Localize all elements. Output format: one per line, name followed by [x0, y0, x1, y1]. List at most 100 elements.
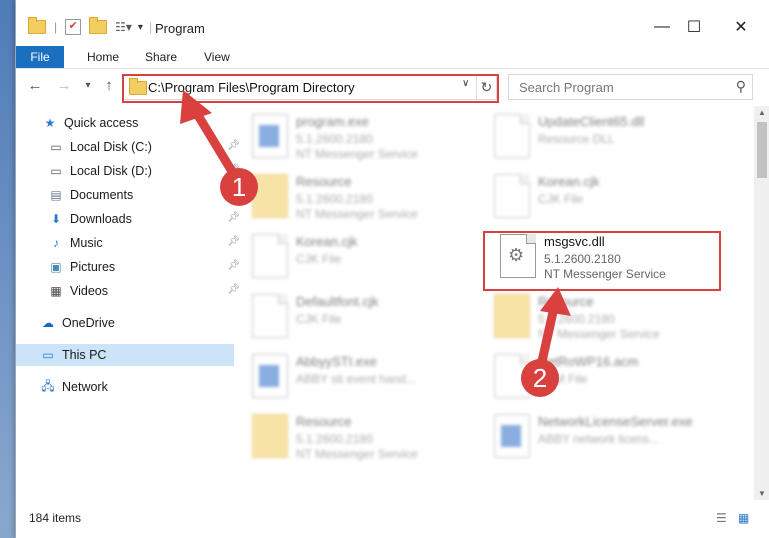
- file-name: Resource: [296, 174, 352, 189]
- file-version: 5.1.2600.2180: [296, 192, 373, 206]
- file-item[interactable]: Resource 5.1.2600.2180 NT Messenger Serv…: [486, 288, 726, 346]
- sidebar-item-label: This PC: [62, 348, 107, 362]
- file-item[interactable]: NetworkLicenseServer.exe ABBY network li…: [486, 408, 726, 466]
- file-item[interactable]: UpdateClient65.dll Resource DLL: [486, 108, 726, 166]
- file-item[interactable]: Defaultfont.cjk CJK File: [244, 288, 484, 346]
- sidebar-item-label: Videos: [70, 284, 108, 298]
- network-icon: 🖧︎: [41, 378, 55, 393]
- dll-file-icon: [494, 114, 530, 158]
- search-icon[interactable]: ⚲: [736, 78, 746, 95]
- file-type: CJK File: [296, 252, 342, 266]
- exe-file-icon: [252, 354, 288, 398]
- search-placeholder: Search Program: [519, 80, 614, 95]
- customize-toolbar-icon[interactable]: ▾: [138, 22, 143, 33]
- separator: |: [148, 20, 153, 34]
- file-description: ABBY network licens...: [538, 432, 660, 446]
- file-list: program.exe 5.1.2600.2180 NT Messenger S…: [224, 106, 754, 500]
- item-count: 184 items: [29, 511, 82, 525]
- large-icons-view-icon[interactable]: ▦: [738, 511, 749, 525]
- computer-icon: ▭: [42, 348, 54, 362]
- music-icon: ♪: [53, 236, 59, 250]
- cjk-file-icon: [494, 174, 530, 218]
- msgsvc-highlight: [483, 231, 721, 291]
- search-box[interactable]: Search Program ⚲: [508, 74, 753, 100]
- tab-view[interactable]: View: [204, 46, 230, 68]
- sidebar-item-local-disk-c[interactable]: ▭ Local Disk (C:) 📌︎: [16, 136, 242, 158]
- file-item[interactable]: Korean.cjk CJK File: [486, 168, 726, 226]
- cjk-file-icon: [252, 234, 288, 278]
- file-type: CJK File: [538, 192, 584, 206]
- sidebar-item-downloads[interactable]: ⬇ Downloads 📌︎: [16, 208, 242, 230]
- up-arrow-icon[interactable]: ↑: [100, 77, 118, 95]
- minimize-button[interactable]: —: [647, 14, 677, 40]
- window-title: Program: [155, 21, 205, 36]
- sidebar-item-label: Local Disk (C:): [70, 140, 152, 154]
- recent-locations-icon[interactable]: ▾: [79, 77, 97, 95]
- forward-arrow-icon[interactable]: →: [55, 77, 73, 95]
- pictures-icon: ▣: [50, 260, 62, 274]
- address-bar-highlight: [122, 74, 499, 103]
- file-item[interactable]: program.exe 5.1.2600.2180 NT Messenger S…: [244, 108, 484, 166]
- back-arrow-icon[interactable]: ←: [26, 77, 44, 95]
- tab-share[interactable]: Share: [145, 46, 177, 68]
- separator: |: [54, 20, 58, 34]
- sidebar-item-pictures[interactable]: ▣ Pictures 📌︎: [16, 256, 242, 278]
- vertical-scrollbar[interactable]: ▲ ▼: [754, 106, 769, 500]
- file-name: Korean.cjk: [538, 174, 600, 189]
- file-item[interactable]: Korean.cjk CJK File: [244, 228, 484, 286]
- scroll-up-icon[interactable]: ▲: [758, 108, 766, 117]
- resource-folder-icon: [252, 414, 288, 458]
- file-type: CJK File: [296, 312, 342, 326]
- tab-file[interactable]: File: [16, 46, 64, 68]
- file-name: program.exe: [296, 114, 369, 129]
- file-version: 5.1.2600.2180: [538, 312, 615, 326]
- resource-folder-icon: [252, 174, 288, 218]
- sidebar-item-music[interactable]: ♪ Music 📌︎: [16, 232, 242, 254]
- sidebar-item-documents[interactable]: ▤ Documents 📌︎: [16, 184, 242, 206]
- file-type: Resource DLL: [538, 132, 615, 146]
- new-folder-icon[interactable]: [89, 17, 108, 34]
- step-badge-2: 2: [521, 359, 559, 397]
- exe-file-icon: [494, 414, 530, 458]
- view-options-icon[interactable]: ☷▾: [115, 20, 132, 34]
- folder-icon: [28, 17, 46, 34]
- sidebar-item-label: OneDrive: [62, 316, 115, 330]
- file-name: NetworkLicenseServer.exe: [538, 414, 693, 429]
- file-description: NT Messenger Service: [296, 207, 418, 221]
- scroll-down-icon[interactable]: ▼: [758, 489, 766, 498]
- sidebar-item-videos[interactable]: ▦ Videos 📌︎: [16, 280, 242, 302]
- sidebar-item-onedrive[interactable]: ☁ OneDrive: [16, 312, 234, 334]
- file-name: Defaultfont.cjk: [296, 294, 379, 309]
- ribbon-tabs: File Home Share View: [16, 46, 769, 69]
- videos-icon: ▦: [50, 284, 62, 298]
- file-item[interactable]: Resource 5.1.2600.2180 NT Messenger Serv…: [244, 168, 484, 226]
- star-icon: ★: [44, 116, 56, 130]
- scrollbar-thumb[interactable]: [757, 122, 767, 178]
- status-bar: 184 items ☰ ▦: [16, 505, 769, 529]
- sidebar-item-label: Pictures: [70, 260, 116, 274]
- file-item[interactable]: AbbyySTI.exe ABBY sti event hand...: [244, 348, 484, 406]
- sidebar-item-label: Local Disk (D:): [70, 164, 152, 178]
- close-button[interactable]: ✕: [726, 14, 756, 40]
- file-version: 5.1.2600.2180: [296, 432, 373, 446]
- quick-access-toolbar: | ✔ ☷▾ ▾ |: [28, 17, 153, 36]
- sidebar-item-quick-access[interactable]: ★ Quick access: [16, 112, 236, 134]
- sidebar-item-local-disk-d[interactable]: ▭ Local Disk (D:) 📌︎: [16, 160, 242, 182]
- file-description: NT Messenger Service: [296, 447, 418, 461]
- sidebar-item-network[interactable]: 🖧︎ Network: [16, 376, 234, 398]
- file-description: NT Messenger Service: [538, 327, 660, 341]
- file-name: Resource: [296, 414, 352, 429]
- drive-icon: ▭: [50, 164, 62, 178]
- drive-icon: ▭: [50, 140, 62, 154]
- details-view-icon[interactable]: ☰: [716, 511, 727, 525]
- cjk-file-icon: [252, 294, 288, 338]
- sidebar-item-label: Downloads: [70, 212, 132, 226]
- sidebar-item-this-pc[interactable]: ▭ This PC: [16, 344, 234, 366]
- file-item[interactable]: Resource 5.1.2600.2180 NT Messenger Serv…: [244, 408, 484, 466]
- resource-folder-icon: [494, 294, 530, 338]
- file-name: UpdateClient65.dll: [538, 114, 645, 129]
- maximize-button[interactable]: ☐: [679, 14, 709, 40]
- tab-home[interactable]: Home: [87, 46, 119, 68]
- properties-icon[interactable]: ✔: [65, 19, 82, 35]
- sidebar-item-label: Documents: [70, 188, 134, 202]
